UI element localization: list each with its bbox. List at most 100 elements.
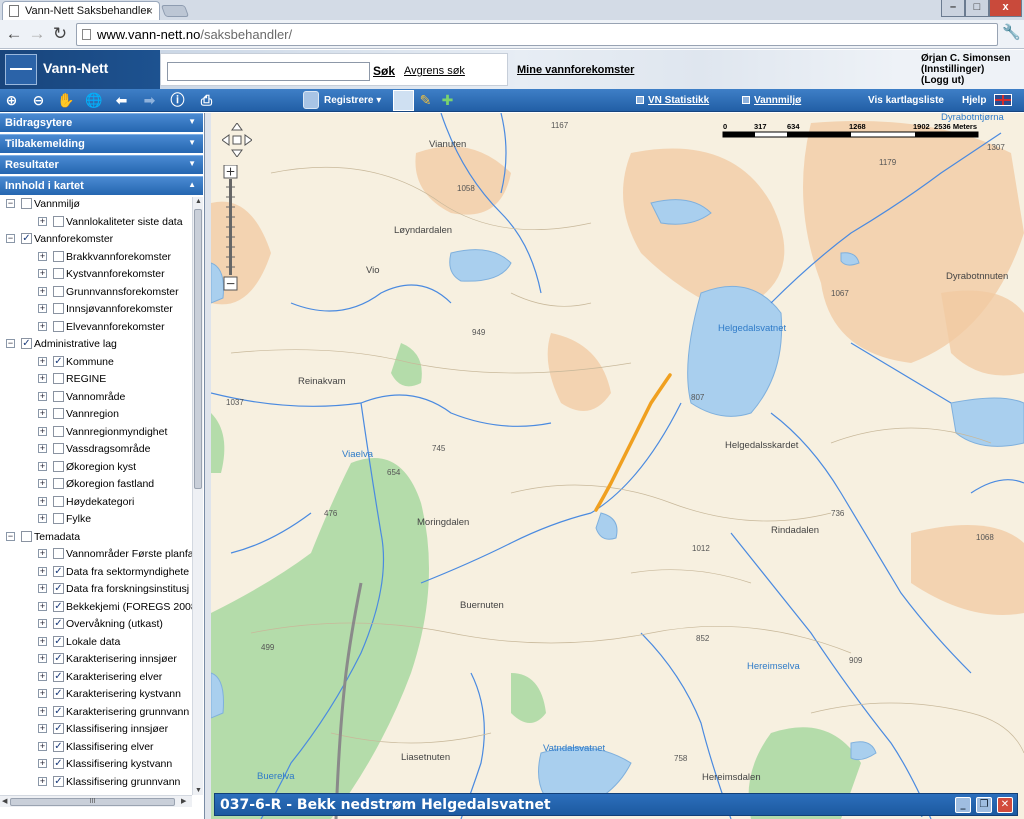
layer-checkbox[interactable]: ✓ bbox=[53, 635, 64, 647]
layer-checkbox[interactable] bbox=[53, 548, 64, 559]
vannmiljo-link[interactable]: Vannmiljø bbox=[742, 95, 801, 106]
expand-icon[interactable]: + bbox=[38, 706, 47, 716]
window-close-button[interactable]: x bbox=[989, 0, 1022, 17]
scrollbar-thumb[interactable]: III bbox=[10, 798, 175, 806]
expand-icon[interactable]: + bbox=[38, 304, 47, 313]
layer-checkbox[interactable] bbox=[53, 425, 64, 437]
panel-tilbakemelding[interactable]: Tilbakemelding ▼ bbox=[0, 134, 203, 153]
settings-link[interactable]: (Innstillinger) bbox=[921, 64, 1010, 75]
print-icon[interactable]: ⎙ bbox=[198, 92, 215, 109]
layer-checkbox[interactable]: ✓ bbox=[21, 338, 32, 349]
pan-left-icon[interactable] bbox=[222, 134, 230, 146]
search-input[interactable] bbox=[167, 62, 370, 81]
expand-icon[interactable]: + bbox=[38, 654, 47, 663]
expand-icon[interactable]: + bbox=[38, 216, 47, 226]
expand-icon[interactable]: + bbox=[38, 566, 47, 576]
help-link[interactable]: Hjelp bbox=[962, 95, 986, 106]
expand-icon[interactable]: + bbox=[38, 636, 47, 646]
pan-hand-icon[interactable]: ✋ bbox=[57, 92, 74, 109]
close-icon[interactable]: ✕ bbox=[997, 797, 1013, 813]
layer-checkbox[interactable] bbox=[53, 303, 64, 314]
panel-innhold-i-kartet[interactable]: Innhold i kartet ▲ bbox=[0, 176, 203, 195]
edit-pencil-icon[interactable]: ✎ bbox=[417, 92, 434, 109]
layer-checkbox[interactable]: ✓ bbox=[53, 565, 64, 577]
previous-extent-icon[interactable]: ⬅ bbox=[113, 92, 130, 109]
add-user-icon[interactable]: ✚ bbox=[439, 92, 456, 109]
collapse-icon[interactable]: − bbox=[6, 199, 15, 208]
collapse-icon[interactable]: − bbox=[6, 234, 15, 243]
select-tool-icon[interactable] bbox=[393, 90, 414, 111]
vn-statistics-link[interactable]: VN Statistikk bbox=[636, 95, 709, 106]
expand-icon[interactable]: + bbox=[38, 391, 47, 401]
layer-checkbox[interactable]: ✓ bbox=[53, 740, 64, 752]
layer-checkbox[interactable] bbox=[53, 408, 64, 419]
layer-checkbox[interactable]: ✓ bbox=[53, 618, 64, 629]
layer-checkbox[interactable] bbox=[53, 268, 64, 279]
layer-checkbox[interactable] bbox=[53, 495, 64, 507]
register-menu[interactable]: Registrere ▾ bbox=[324, 95, 381, 106]
layer-checkbox[interactable]: ✓ bbox=[21, 233, 32, 244]
layer-checkbox[interactable]: ✓ bbox=[53, 653, 64, 664]
layer-list-link[interactable]: Vis kartlagsliste bbox=[868, 95, 944, 106]
layer-checkbox[interactable]: ✓ bbox=[53, 600, 64, 612]
scroll-down-icon[interactable]: ▼ bbox=[195, 787, 202, 794]
layer-checkbox[interactable]: ✓ bbox=[53, 355, 64, 367]
expand-icon[interactable]: + bbox=[38, 479, 47, 488]
expand-icon[interactable]: + bbox=[38, 444, 47, 453]
expand-icon[interactable]: + bbox=[38, 584, 47, 593]
expand-icon[interactable]: + bbox=[38, 619, 47, 628]
minimize-icon[interactable]: _ bbox=[955, 797, 971, 813]
layer-checkbox[interactable]: ✓ bbox=[53, 758, 64, 769]
collapse-icon[interactable]: − bbox=[6, 531, 15, 541]
layer-checkbox[interactable] bbox=[53, 320, 64, 332]
expand-icon[interactable]: + bbox=[38, 689, 47, 698]
full-extent-icon[interactable]: 🌐 bbox=[85, 92, 102, 109]
map-canvas[interactable]: Vianuten Løyndardalen Vio Reinakvam Helg… bbox=[211, 113, 1024, 819]
window-minimize-button[interactable]: – bbox=[941, 0, 965, 17]
scroll-left-icon[interactable]: ◀ bbox=[2, 797, 7, 805]
layer-checkbox[interactable] bbox=[53, 215, 64, 227]
layer-checkbox[interactable]: ✓ bbox=[53, 688, 64, 699]
register-icon[interactable] bbox=[303, 91, 319, 109]
panel-bidragsytere[interactable]: Bidragsytere ▼ bbox=[0, 113, 203, 132]
window-maximize-button[interactable]: □ bbox=[965, 0, 989, 17]
collapse-icon[interactable]: − bbox=[6, 339, 15, 348]
expand-icon[interactable]: + bbox=[38, 374, 47, 383]
my-water-bodies-link[interactable]: Mine vannforekomster bbox=[517, 64, 634, 76]
back-icon[interactable]: ← bbox=[4, 24, 24, 44]
layer-checkbox[interactable]: ✓ bbox=[53, 723, 64, 734]
expand-icon[interactable]: + bbox=[38, 356, 47, 366]
pan-right-icon[interactable] bbox=[244, 134, 252, 146]
layer-checkbox[interactable] bbox=[53, 478, 64, 489]
address-bar[interactable]: www.vann-nett.no/saksbehandler/ ☆ bbox=[76, 23, 998, 46]
restore-icon[interactable]: ❐ bbox=[976, 797, 992, 813]
wrench-icon[interactable]: 🔧 bbox=[1002, 23, 1021, 41]
forward-icon[interactable]: → bbox=[27, 24, 47, 44]
zoom-in-icon[interactable]: ⊕ bbox=[3, 92, 20, 109]
layer-checkbox[interactable] bbox=[53, 513, 64, 524]
layer-checkbox[interactable] bbox=[21, 198, 32, 209]
panel-resultater[interactable]: Resultater ▼ bbox=[0, 155, 203, 174]
zoom-slider[interactable]: + − bbox=[223, 165, 239, 291]
expand-icon[interactable]: + bbox=[38, 741, 47, 751]
expand-icon[interactable]: + bbox=[38, 286, 47, 296]
expand-icon[interactable]: + bbox=[38, 601, 47, 611]
expand-icon[interactable]: + bbox=[38, 496, 47, 506]
logout-link[interactable]: (Logg ut) bbox=[921, 75, 1010, 86]
layer-checkbox[interactable]: ✓ bbox=[53, 670, 64, 682]
reload-icon[interactable]: ↻ bbox=[50, 24, 70, 44]
expand-icon[interactable]: + bbox=[38, 409, 47, 418]
pan-center-icon[interactable] bbox=[232, 135, 242, 145]
advanced-search-link[interactable]: Avgrens søk bbox=[404, 65, 465, 77]
layer-checkbox[interactable] bbox=[53, 250, 64, 262]
pan-down-icon[interactable] bbox=[231, 149, 243, 157]
browser-tab[interactable]: Vann-Nett Saksbehandler × bbox=[2, 1, 160, 20]
layer-tree-horizontal-scrollbar[interactable]: ◀ III ▶ bbox=[0, 795, 192, 807]
scrollbar-thumb[interactable] bbox=[194, 209, 202, 489]
expand-icon[interactable]: + bbox=[38, 724, 47, 733]
layer-checkbox[interactable] bbox=[53, 373, 64, 384]
pan-up-icon[interactable] bbox=[231, 123, 243, 131]
layer-checkbox[interactable]: ✓ bbox=[53, 705, 64, 717]
expand-icon[interactable]: + bbox=[38, 321, 47, 331]
expand-icon[interactable]: + bbox=[38, 461, 47, 471]
